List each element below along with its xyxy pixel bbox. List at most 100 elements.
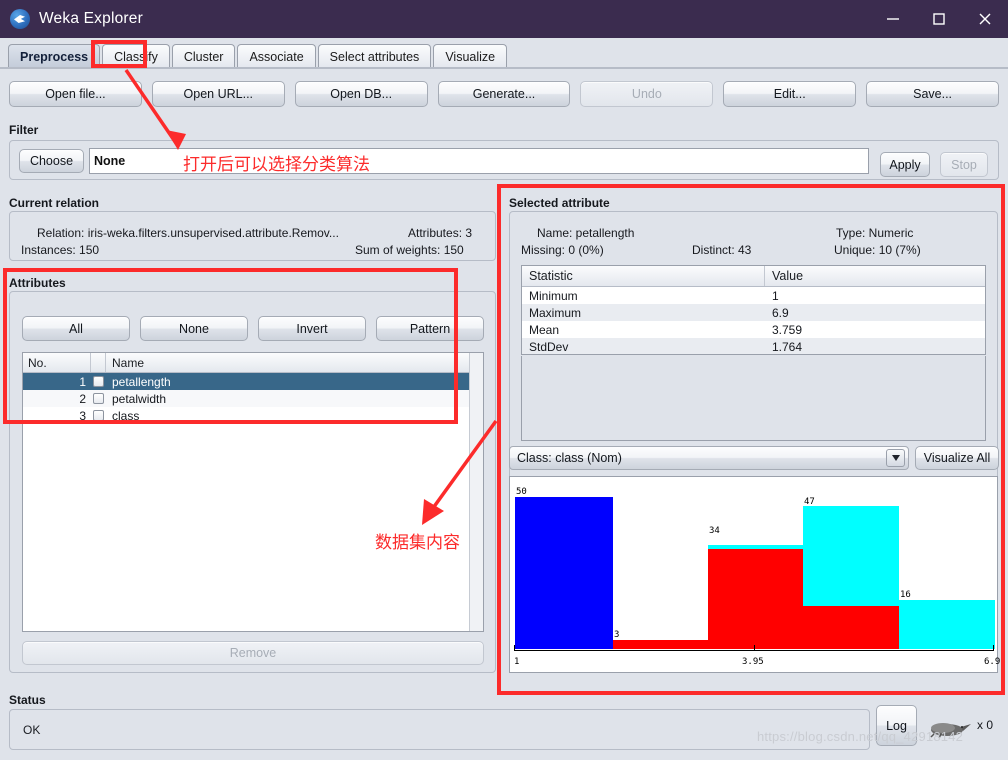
histogram-bar — [515, 497, 613, 649]
log-button[interactable]: Log — [876, 705, 917, 746]
weka-explorer-window: Weka Explorer Preprocess Classify Cluste… — [0, 0, 1008, 760]
selected-attribute-label: Selected attribute — [509, 196, 610, 210]
table-row: Mean 3.759 — [522, 321, 985, 338]
minimize-icon[interactable] — [870, 0, 916, 38]
stat-name: StdDev — [529, 339, 569, 354]
row-checkbox[interactable] — [91, 376, 106, 387]
tab-select-attributes[interactable]: Select attributes — [317, 44, 432, 68]
title-bar: Weka Explorer — [0, 0, 1008, 38]
histogram-bar — [803, 506, 899, 649]
axis-tick-label: 1 — [514, 657, 520, 667]
current-relation-label: Current relation — [9, 196, 100, 210]
window-title: Weka Explorer — [39, 10, 143, 27]
bar-segment-versicolor — [613, 640, 708, 649]
histogram-bar — [613, 640, 708, 649]
undo-button: Undo — [580, 81, 714, 107]
tab-cluster[interactable]: Cluster — [171, 44, 236, 68]
row-name: petallength — [112, 374, 171, 389]
tab-associate[interactable]: Associate — [237, 44, 316, 68]
open-db-button[interactable]: Open DB... — [294, 81, 428, 107]
stat-name: Maximum — [529, 305, 582, 320]
weka-bird-icon — [10, 9, 30, 29]
invert-selection-button[interactable]: Invert — [258, 316, 366, 341]
table-row[interactable]: 2 petalwidth — [23, 390, 483, 407]
attributes-table: No. Name 1 petallength 2 petalwidth 3 cl… — [22, 352, 484, 632]
class-select-value: Class: class (Nom) — [517, 451, 622, 465]
sum-of-weights: Sum of weights: 150 — [355, 243, 464, 257]
tab-classify[interactable]: Classify — [102, 44, 170, 68]
axis-tick-label: 6.9 — [984, 657, 1001, 667]
task-count: x 0 — [977, 718, 994, 732]
table-row: Maximum 6.9 — [522, 304, 985, 321]
row-no: 1 — [79, 374, 86, 389]
stat-value: 3.759 — [772, 322, 803, 337]
row-checkbox[interactable] — [91, 410, 106, 421]
bar-segment-virginica — [708, 545, 803, 549]
filter-value-field[interactable]: None — [89, 148, 869, 174]
statistics-table-header: Statistic Value — [522, 266, 985, 287]
attributes-scrollbar[interactable] — [469, 353, 483, 631]
maximize-icon[interactable] — [916, 0, 962, 38]
table-row[interactable]: 3 class — [23, 407, 483, 424]
stat-value: 6.9 — [772, 305, 789, 320]
row-name: class — [112, 408, 140, 423]
chevron-down-icon[interactable] — [886, 449, 905, 467]
select-none-button[interactable]: None — [140, 316, 248, 341]
attributes-table-header: No. Name — [23, 353, 483, 373]
status-message: OK — [9, 709, 870, 750]
statistics-table: Statistic Value Minimum 1 Maximum 6.9 Me… — [521, 265, 986, 355]
axis-tick — [754, 645, 755, 650]
row-no: 2 — [79, 391, 86, 406]
stat-name: Mean — [529, 322, 560, 337]
tab-visualize[interactable]: Visualize — [433, 44, 508, 68]
weka-bird-icon[interactable] — [925, 718, 973, 740]
attribute-selection-buttons: All None Invert Pattern — [22, 316, 484, 341]
axis-tick — [993, 645, 994, 650]
attributes-count: Attributes: 3 — [408, 226, 473, 240]
instances-count: Instances: 150 — [21, 243, 100, 257]
bar-value-label: 47 — [804, 497, 815, 507]
bar-value-label: 16 — [900, 590, 911, 600]
visualize-all-button[interactable]: Visualize All — [915, 446, 999, 470]
apply-filter-button[interactable]: Apply — [880, 152, 930, 177]
histogram-bar — [708, 545, 803, 649]
column-header-statistic: Statistic — [522, 266, 765, 286]
pattern-button[interactable]: Pattern — [376, 316, 484, 341]
open-file-button[interactable]: Open file... — [9, 81, 142, 107]
table-row: Minimum 1 — [522, 287, 985, 304]
bar-value-label: 34 — [709, 526, 720, 536]
stat-value: 1 — [772, 288, 779, 303]
choose-filter-button[interactable]: Choose — [19, 149, 84, 173]
stat-name: Minimum — [529, 288, 578, 303]
row-checkbox[interactable] — [91, 393, 106, 404]
main-tabs: Preprocess Classify Cluster Associate Se… — [0, 38, 1008, 68]
stat-value: 1.764 — [772, 339, 803, 354]
row-no: 3 — [79, 408, 86, 423]
tab-underline — [0, 67, 1008, 69]
bar-segment-versicolor — [708, 549, 803, 649]
select-all-button[interactable]: All — [22, 316, 130, 341]
attribute-histogram[interactable]: 50 3 34 47 16 1 3.95 6.9 — [509, 476, 1001, 673]
bar-segment-virginica — [899, 600, 995, 649]
bar-segment-setosa — [515, 497, 613, 649]
attribute-missing: Missing: 0 (0%) — [521, 243, 604, 257]
column-header-checkbox — [91, 353, 106, 372]
bar-value-label: 3 — [614, 630, 620, 640]
column-header-value: Value — [772, 269, 804, 283]
attributes-section-label: Attributes — [9, 276, 66, 290]
column-header-name: Name — [112, 355, 145, 370]
tab-preprocess[interactable]: Preprocess — [8, 44, 101, 68]
save-button[interactable]: Save... — [866, 81, 1000, 107]
table-row: StdDev 1.764 — [522, 338, 985, 354]
open-url-button[interactable]: Open URL... — [151, 81, 285, 107]
edit-button[interactable]: Edit... — [723, 81, 857, 107]
class-select-dropdown[interactable]: Class: class (Nom) — [509, 446, 909, 470]
close-icon[interactable] — [962, 0, 1008, 38]
histogram-x-axis — [514, 650, 994, 651]
window-controls — [870, 0, 1008, 38]
filter-section-label: Filter — [9, 123, 39, 137]
attribute-unique: Unique: 10 (7%) — [834, 243, 921, 257]
table-row[interactable]: 1 petallength — [23, 373, 483, 390]
bar-value-label: 50 — [516, 487, 527, 497]
generate-button[interactable]: Generate... — [437, 81, 571, 107]
